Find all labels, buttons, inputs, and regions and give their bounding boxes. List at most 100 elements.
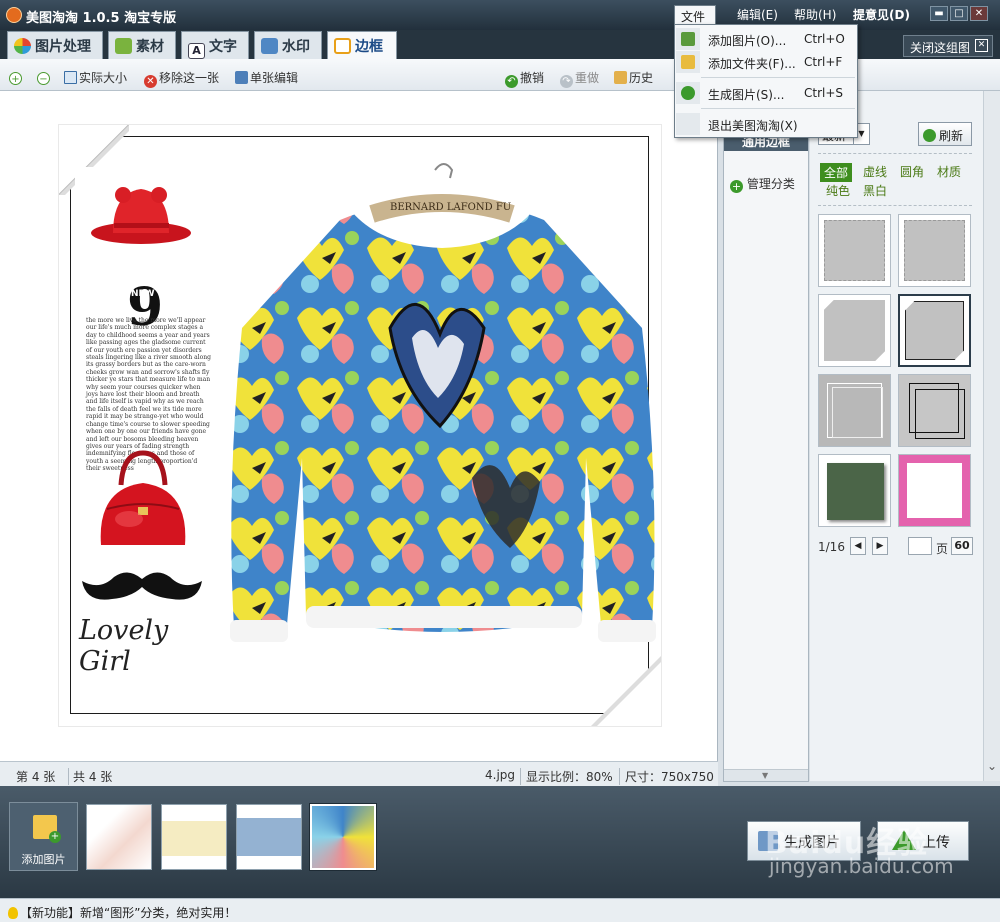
image-size: 尺寸：750x750 xyxy=(619,768,714,785)
filter-all[interactable]: 全部 xyxy=(820,163,853,182)
new-label: NEW xyxy=(131,289,155,299)
filter-solid[interactable]: 纯色 xyxy=(826,182,850,199)
menu-item-label: 退出美图淘淘(X) xyxy=(708,119,798,133)
mustache-image xyxy=(82,572,202,600)
undo-icon: ↶ xyxy=(505,75,518,88)
manage-category-link[interactable]: + 管理分类 xyxy=(730,175,795,193)
next-page-button[interactable]: ▶ xyxy=(872,537,888,555)
menu-add-image[interactable]: 添加图片(O)... Ctrl+O xyxy=(676,28,856,50)
folder-icon xyxy=(681,55,695,69)
menu-add-folder[interactable]: 添加文件夹(F)... Ctrl+F xyxy=(676,51,856,73)
tab-border[interactable]: 边框 xyxy=(327,31,397,59)
menu-edit[interactable]: 编辑(E) xyxy=(737,6,778,23)
category-panel: 通用边框 + 管理分类 ▼ xyxy=(723,128,809,782)
category-scroll-down[interactable]: ▼ xyxy=(724,769,808,781)
refresh-icon xyxy=(923,129,936,142)
app-title: 美图淘淘 1.0.5 淘宝专版 xyxy=(26,11,177,26)
go-page-button[interactable]: 60 xyxy=(951,537,973,555)
frame-thumb-1[interactable] xyxy=(818,214,891,287)
menu-file-open[interactable]: 文件(F) xyxy=(674,5,716,39)
file-name: 4.jpg xyxy=(485,768,516,782)
zoom-out-icon: − xyxy=(37,72,50,85)
tab-material[interactable]: 素材 xyxy=(108,31,176,59)
tab-watermark[interactable]: 水印 xyxy=(254,31,322,59)
sweater-label-text: BERNARD LAFOND FU xyxy=(390,202,511,213)
frame-thumb-2[interactable] xyxy=(898,214,971,287)
menu-separator xyxy=(701,108,855,109)
zoom-in-icon: + xyxy=(9,72,22,85)
frame-thumb-5[interactable] xyxy=(818,374,891,447)
current-index: 第 4 张 xyxy=(16,770,56,784)
manage-label: 管理分类 xyxy=(746,177,795,191)
page-indicator: 1/16 xyxy=(818,540,845,554)
page-input[interactable] xyxy=(908,537,932,555)
frame-thumb-6[interactable] xyxy=(898,374,971,447)
tab-image-processing[interactable]: 图片处理 xyxy=(7,31,103,59)
red-handbag-image xyxy=(100,450,186,545)
close-icon: ✕ xyxy=(975,39,988,52)
menu-generate-image[interactable]: 生成图片(S)... Ctrl+S xyxy=(676,82,856,104)
add-image-icon: + xyxy=(33,815,61,843)
close-window-button[interactable]: ✕ xyxy=(970,6,988,21)
redo-button[interactable]: ↷ 重做 xyxy=(560,69,599,88)
history-label: 历史 xyxy=(629,71,654,85)
film-thumb-3[interactable] xyxy=(236,804,302,870)
filter-black-white[interactable]: 黑白 xyxy=(863,182,887,199)
tab-label: 素材 xyxy=(136,39,164,55)
zoom-in-button[interactable]: + xyxy=(9,69,24,85)
tab-label: 文字 xyxy=(209,39,237,55)
chevron-right-icon: ▶ xyxy=(876,541,884,551)
menu-help[interactable]: 帮助(H) xyxy=(794,6,836,23)
maximize-button[interactable]: □ xyxy=(950,6,968,21)
tab-text[interactable]: A 文字 xyxy=(181,31,249,59)
single-edit-button[interactable]: 单张编辑 xyxy=(235,69,298,86)
total-count: 共 4 张 xyxy=(68,768,112,785)
film-thumb-2[interactable] xyxy=(161,804,227,870)
menu-exit[interactable]: 退出美图淘淘(X) xyxy=(676,113,856,135)
tab-label: 图片处理 xyxy=(35,39,91,55)
red-hat-image xyxy=(91,187,191,244)
actual-size-button[interactable]: 实际大小 xyxy=(64,69,127,86)
filter-dashed[interactable]: 虚线 xyxy=(863,163,887,180)
tip-text[interactable]: 【新功能】新增“图形”分类，绝对实用！ xyxy=(20,906,236,920)
history-icon xyxy=(614,71,627,84)
add-image-button[interactable]: + 添加图片 xyxy=(9,802,78,871)
history-button[interactable]: 历史 xyxy=(614,69,653,86)
divider xyxy=(818,205,972,206)
filter-rounded[interactable]: 圆角 xyxy=(900,163,924,180)
edit-icon xyxy=(235,71,248,84)
border-icon xyxy=(334,38,351,54)
frame-thumb-7[interactable] xyxy=(818,454,891,527)
sweater-image: BERNARD LAFOND FU xyxy=(230,163,656,642)
menu-feedback[interactable]: 提意见(D) xyxy=(853,6,910,23)
film-thumb-1[interactable] xyxy=(86,804,152,870)
frame-thumb-4[interactable] xyxy=(898,294,971,367)
collage-strip: 9 NEW the more we live the more we'll app… xyxy=(75,167,211,677)
menu-item-shortcut: Ctrl+S xyxy=(804,86,844,100)
page-suffix: 页 xyxy=(936,542,949,556)
undo-button[interactable]: ↶ 撤销 xyxy=(505,69,544,88)
frame-thumb-8[interactable] xyxy=(898,454,971,527)
refresh-label: 刷新 xyxy=(939,129,964,143)
palette-icon xyxy=(14,38,31,54)
add-image-label: 添加图片 xyxy=(21,853,66,866)
arrow-right-icon xyxy=(681,86,695,100)
text-icon: A xyxy=(188,43,205,59)
frame-panel-scrollbar[interactable]: ⌄ xyxy=(983,91,1000,781)
frame-thumb-3[interactable] xyxy=(818,294,891,367)
menu-item-label: 添加图片(O)... xyxy=(708,34,787,48)
menu-separator xyxy=(701,77,855,78)
app-logo-icon xyxy=(6,7,22,23)
close-group-button[interactable]: 关闭这组图 ✕ xyxy=(903,35,993,57)
canvas-status-bar: 第 4 张 共 4 张 4.jpg 显示比例：80% 尺寸：750x750 xyxy=(0,761,718,786)
refresh-button[interactable]: 刷新 xyxy=(918,122,972,146)
prev-page-button[interactable]: ◀ xyxy=(850,537,866,555)
add-image-icon xyxy=(681,32,695,46)
minimize-button[interactable]: ▬ xyxy=(930,6,948,21)
file-menu-dropdown: 添加图片(O)... Ctrl+O 添加文件夹(F)... Ctrl+F 生成图片(… xyxy=(674,24,858,138)
add-icon: + xyxy=(730,180,743,193)
film-thumb-4[interactable] xyxy=(309,803,377,871)
remove-one-button[interactable]: ✕ 移除这一张 xyxy=(144,69,219,88)
filter-texture[interactable]: 材质 xyxy=(937,163,961,180)
zoom-out-button[interactable]: − xyxy=(37,69,52,85)
